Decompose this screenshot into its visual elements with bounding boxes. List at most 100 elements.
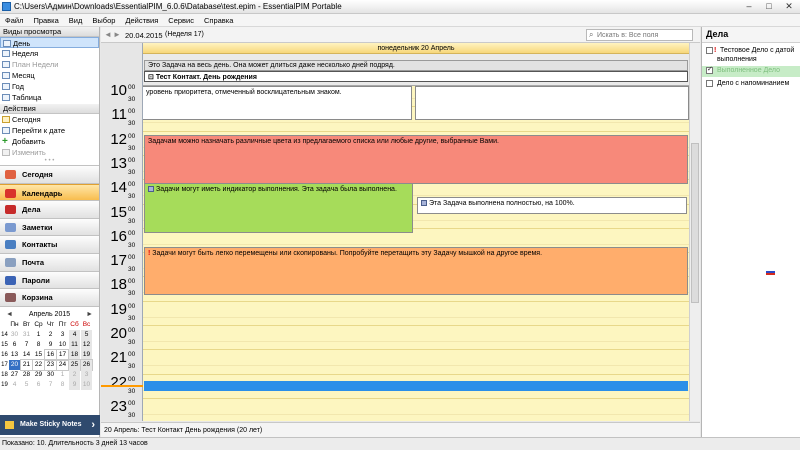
calendar-day[interactable]: 3	[57, 330, 68, 340]
calendar-day[interactable]: 13	[9, 350, 20, 360]
selected-time-slot[interactable]	[144, 381, 688, 391]
calendar-day[interactable]: 11	[69, 339, 80, 350]
minimize-button[interactable]: –	[740, 1, 758, 12]
todo-header: Дела	[702, 27, 800, 43]
nav-today[interactable]: Сегодня	[0, 166, 99, 184]
task-move[interactable]: ! Задачи могут быть легко перемещены или…	[144, 247, 688, 295]
nav-contacts[interactable]: Контакты	[0, 236, 99, 254]
nav-calendar-label: Календарь	[22, 188, 63, 198]
calendar-day[interactable]: 6	[33, 380, 44, 390]
calendar-day[interactable]: 22	[32, 358, 45, 371]
calendar-day[interactable]: 23	[44, 358, 57, 371]
task-progress[interactable]: Задачи могут иметь индикатор выполнения.…	[144, 183, 413, 233]
calendar-day[interactable]: 29	[33, 370, 44, 380]
view-day[interactable]: День	[0, 37, 99, 48]
todo-item[interactable]: ! Тестовое Дело с датой выполнения	[702, 46, 800, 64]
calendar-day[interactable]: 20	[9, 359, 20, 370]
calendar-day[interactable]: 14	[21, 350, 32, 360]
calendar-day[interactable]: 17	[56, 348, 69, 361]
nav-passwords[interactable]: Пароли	[0, 271, 99, 290]
minute-label: 00	[128, 351, 136, 359]
todo-checkbox[interactable]: ✓	[706, 66, 713, 74]
nav-trash[interactable]: Корзина	[0, 289, 99, 307]
calendar-day[interactable]: 4	[9, 380, 20, 390]
calendar-day[interactable]: 10	[81, 379, 92, 390]
calendar-day[interactable]: 31	[21, 330, 32, 340]
calendar-day[interactable]: 15	[33, 350, 44, 360]
view-table[interactable]: Таблица	[0, 92, 99, 103]
menu-file[interactable]: Файл	[0, 14, 28, 25]
calendar-day[interactable]: 19	[81, 349, 92, 360]
make-sticky-notes-button[interactable]: Make Sticky Notes ›	[0, 415, 100, 435]
task-colors[interactable]: Задачам можно назначать различные цвета …	[144, 135, 688, 184]
view-year[interactable]: Год	[0, 81, 99, 92]
menu-service[interactable]: Сервис	[163, 14, 199, 25]
splitter[interactable]: • • •	[0, 158, 99, 166]
task-priority[interactable]: уровень приоритета, отмеченный восклицат…	[143, 86, 412, 120]
todo-item[interactable]: Дело с напоминанием	[702, 79, 800, 90]
maximize-button[interactable]: □	[760, 1, 778, 12]
day-column[interactable]: уровень приоритета, отмеченный восклицат…	[143, 86, 689, 421]
app-icon	[2, 2, 11, 11]
nav-tasks[interactable]: Дела	[0, 201, 99, 219]
calendar-day[interactable]: 6	[9, 340, 20, 350]
menu-view[interactable]: Вид	[64, 14, 88, 25]
calendar-day[interactable]: 2	[69, 369, 80, 380]
allday-task[interactable]: Это Задача на весь день. Она может длить…	[144, 60, 688, 71]
calendar-day[interactable]: 30	[45, 370, 56, 380]
scroll-thumb[interactable]	[691, 143, 699, 303]
calendar-day[interactable]: 1	[57, 370, 68, 380]
calendar-day[interactable]: 24	[56, 358, 69, 371]
calendar-day[interactable]: 9	[45, 340, 56, 350]
search-field[interactable]: ⌕	[586, 29, 693, 41]
calendar-day[interactable]: 21	[20, 358, 33, 371]
menu-edit[interactable]: Правка	[28, 14, 63, 25]
search-input[interactable]	[597, 30, 691, 40]
calendar-day[interactable]: 18	[69, 349, 80, 360]
menu-actions[interactable]: Действия	[120, 14, 163, 25]
nav-mail[interactable]: Почта	[0, 253, 99, 272]
calendar-day[interactable]: 25	[68, 358, 81, 371]
todo-checkbox[interactable]	[706, 47, 713, 54]
view-week[interactable]: Неделя	[0, 48, 99, 59]
day-header[interactable]: понедельник 20 Апрель	[143, 43, 689, 54]
prev-month-icon[interactable]: ◄	[6, 310, 13, 320]
todo-item[interactable]: ✓ Выполненное Дело	[702, 66, 800, 77]
action-add[interactable]: + Добавить	[0, 136, 99, 147]
calendar-day[interactable]: 7	[21, 340, 32, 350]
nav-notes[interactable]: Заметки	[0, 218, 99, 237]
calendar-day[interactable]: 30	[9, 330, 20, 340]
calendar-day[interactable]: 9	[69, 379, 80, 390]
calendar-day[interactable]: 5	[21, 380, 32, 390]
vertical-scrollbar[interactable]	[689, 43, 700, 421]
calendar-day[interactable]: 8	[33, 340, 44, 350]
calendar-day[interactable]: 26	[80, 358, 93, 371]
task-blank[interactable]	[415, 86, 689, 120]
action-edit[interactable]: Изменить	[0, 147, 99, 158]
calendar-day[interactable]: 5	[81, 329, 92, 340]
next-month-icon[interactable]: ►	[86, 310, 93, 320]
calendar-day[interactable]: 10	[57, 340, 68, 350]
calendar-day[interactable]: 16	[44, 348, 57, 361]
nav-calendar[interactable]: Календарь	[0, 183, 99, 202]
calendar-day[interactable]: 2	[45, 330, 56, 340]
calendar-day[interactable]: 1	[33, 330, 44, 340]
next-day-icon[interactable]: ►	[113, 30, 121, 39]
view-week-plan[interactable]: План Недели	[0, 59, 99, 70]
view-month[interactable]: Месяц	[0, 70, 99, 81]
calendar-day[interactable]: 4	[69, 329, 80, 340]
calendar-day[interactable]: 8	[57, 380, 68, 390]
calendar-day[interactable]: 27	[9, 370, 20, 380]
action-goto-date[interactable]: Перейти к дате	[0, 125, 99, 136]
menu-help[interactable]: Справка	[199, 14, 238, 25]
close-button[interactable]: ✕	[780, 1, 798, 12]
allday-contact[interactable]: ⊡ Тест Контакт. День рождения	[144, 71, 688, 82]
calendar-day[interactable]: 7	[45, 380, 56, 390]
menu-select[interactable]: Выбор	[87, 14, 120, 25]
todo-checkbox[interactable]	[706, 80, 713, 87]
calendar-day[interactable]: 28	[21, 370, 32, 380]
calendar-day[interactable]: 3	[81, 369, 92, 380]
action-today[interactable]: Сегодня	[0, 114, 99, 125]
calendar-day[interactable]: 12	[81, 339, 92, 350]
task-completed[interactable]: Эта Задача выполнена полностью, на 100%.	[417, 197, 687, 214]
